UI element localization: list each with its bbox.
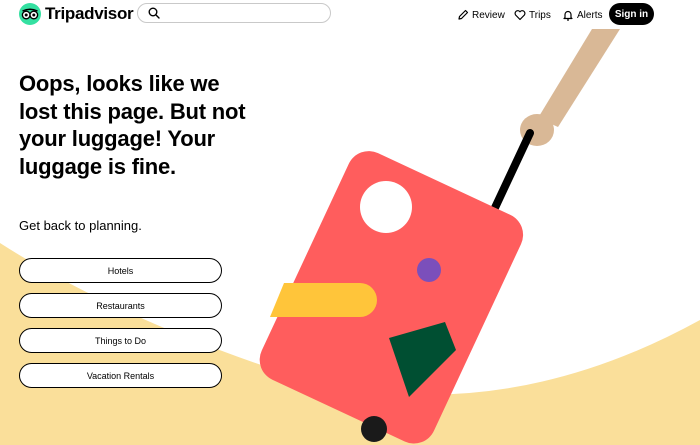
- page-headline: Oops, looks like we lost this page. But …: [19, 71, 246, 179]
- purple-sticker: [417, 258, 441, 282]
- tripadvisor-logo[interactable]: Tripadvisor: [19, 3, 134, 25]
- suitcase-handle: [489, 129, 534, 216]
- nav-trips-label: Trips: [529, 9, 551, 21]
- suitcase-wheel: [361, 416, 387, 442]
- nav-review[interactable]: Review: [457, 7, 505, 23]
- bell-icon: [563, 10, 573, 21]
- restaurants-button[interactable]: Restaurants: [19, 293, 222, 318]
- heart-icon: [514, 10, 526, 21]
- nav-review-label: Review: [472, 9, 505, 21]
- things-to-do-button[interactable]: Things to Do: [19, 328, 222, 353]
- owl-logo-icon: [19, 3, 41, 25]
- sign-in-button[interactable]: Sign in: [609, 3, 654, 25]
- nav-alerts-label: Alerts: [577, 9, 603, 21]
- hotels-button[interactable]: Hotels: [19, 258, 222, 283]
- arm: [538, 29, 620, 127]
- search-input[interactable]: [166, 5, 330, 21]
- suitcase-window: [360, 181, 412, 233]
- subheading: Get back to planning.: [19, 218, 142, 233]
- nav-trips[interactable]: Trips: [514, 7, 551, 23]
- vacation-rentals-button[interactable]: Vacation Rentals: [19, 363, 222, 388]
- yellow-stripe: [270, 283, 377, 317]
- nav-alerts[interactable]: Alerts: [562, 7, 603, 23]
- search-icon: [148, 7, 160, 19]
- brand-name: Tripadvisor: [45, 4, 134, 23]
- search-bar[interactable]: [137, 3, 331, 23]
- pencil-icon: [458, 9, 469, 20]
- top-nav: Tripadvisor Review Trips Alerts Sign in: [0, 0, 700, 30]
